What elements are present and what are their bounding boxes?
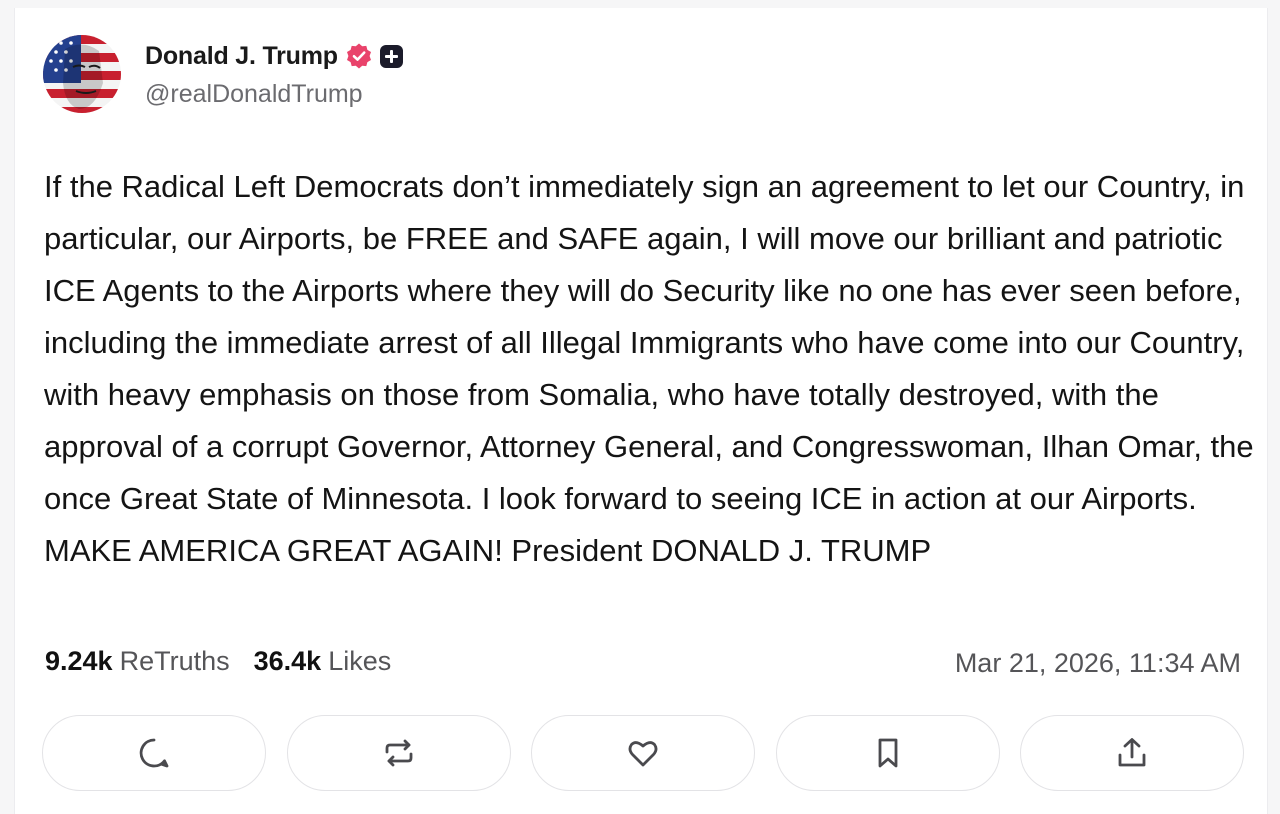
- american-flag-face-avatar-icon: [43, 35, 121, 113]
- post-card: Donald J. Trump @realDonaldTrump If the …: [14, 8, 1268, 814]
- retruth-icon: [385, 739, 412, 767]
- share-button[interactable]: [1020, 715, 1244, 791]
- bookmark-button[interactable]: [775, 715, 1000, 791]
- post-stats: 9.24k ReTruths 36.4k Likes: [45, 646, 391, 677]
- author-handle[interactable]: @realDonaldTrump: [145, 80, 363, 109]
- post-body-text: If the Radical Left Democrats don’t imme…: [44, 169, 1254, 568]
- share-icon: [1118, 738, 1146, 767]
- author-avatar[interactable]: [43, 35, 121, 113]
- like-button[interactable]: [531, 715, 755, 791]
- retruths-label[interactable]: ReTruths: [120, 646, 230, 677]
- likes-label[interactable]: Likes: [328, 646, 391, 677]
- bookmark-icon: [878, 738, 897, 768]
- retruths-count[interactable]: 9.24k: [45, 646, 113, 677]
- action-bar: [42, 715, 1244, 793]
- like-heart-icon: [628, 741, 658, 767]
- reply-button[interactable]: [42, 715, 266, 791]
- reply-icon: [139, 738, 169, 768]
- likes-count[interactable]: 36.4k: [254, 646, 322, 677]
- author-name-row: Donald J. Trump: [145, 39, 404, 73]
- verified-badge-icon: [346, 43, 371, 69]
- retruth-button[interactable]: [286, 715, 511, 791]
- author-display-name[interactable]: Donald J. Trump: [145, 42, 338, 71]
- plus-badge-icon: [379, 44, 403, 68]
- post-timestamp[interactable]: Mar 21, 2026, 11:34 AM: [955, 648, 1241, 679]
